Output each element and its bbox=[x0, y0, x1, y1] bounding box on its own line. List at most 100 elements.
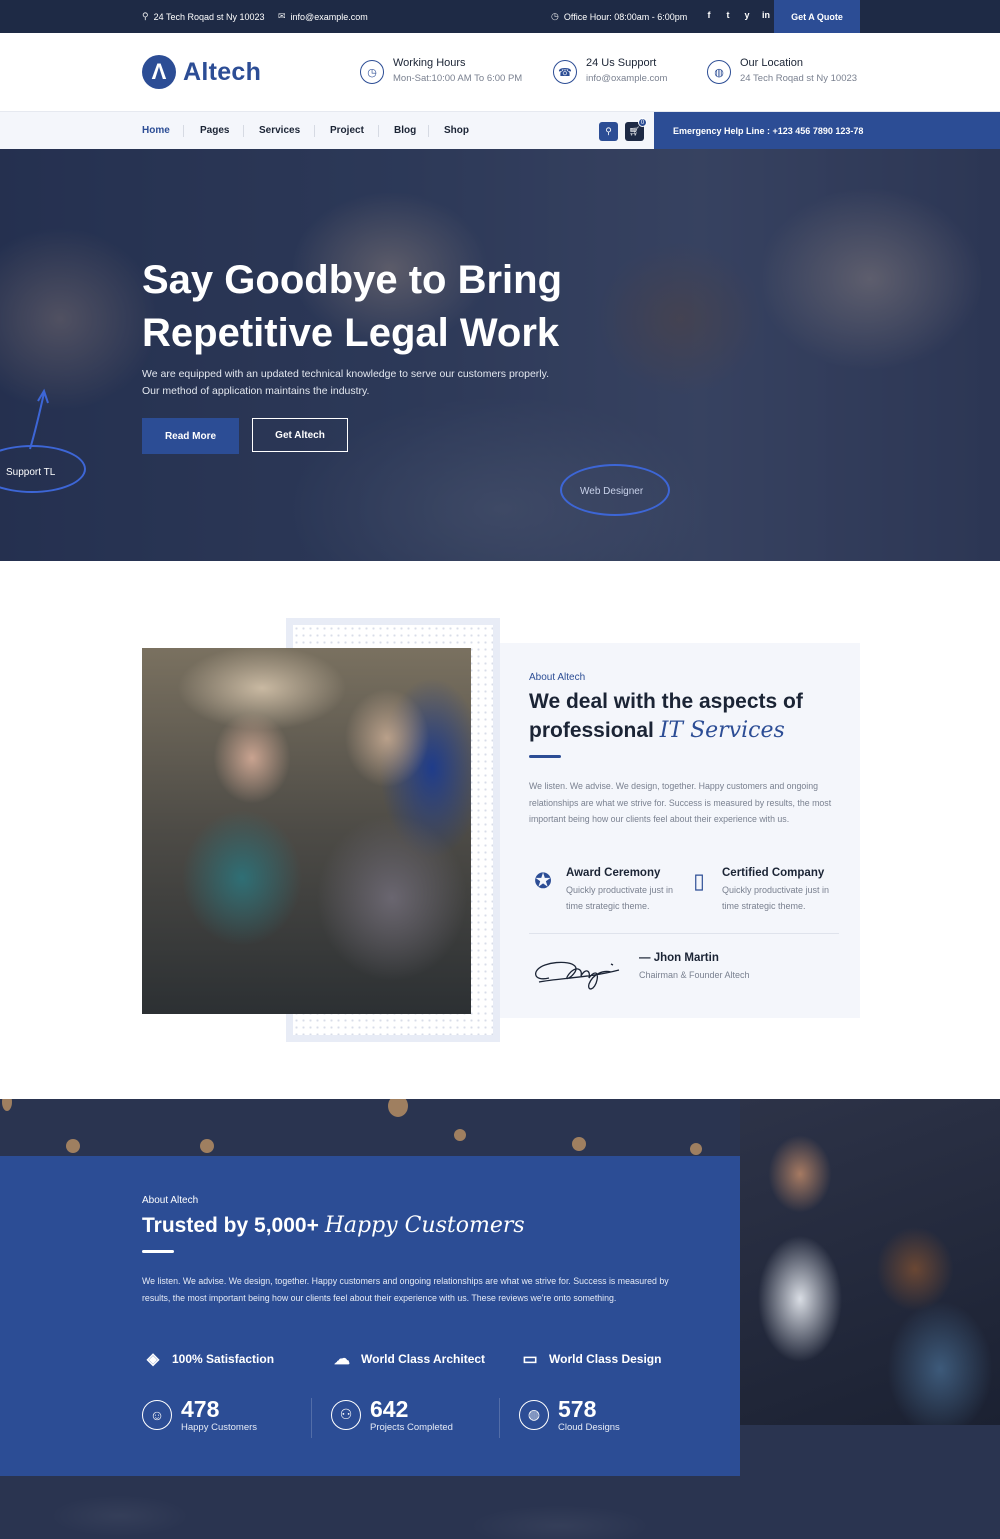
read-more-button[interactable]: Read More bbox=[142, 418, 239, 454]
cart-count-badge: 0 bbox=[638, 118, 647, 127]
feature-title: Certified Company bbox=[722, 867, 825, 879]
counter-number: 642 bbox=[370, 1396, 409, 1422]
emergency-help-line[interactable]: Emergency Help Line : +123 456 7890 123-… bbox=[654, 112, 1000, 150]
support-icon: ☎ bbox=[553, 60, 577, 84]
stats-title-italic: Happy Customers bbox=[324, 1213, 525, 1238]
satisfaction-icon: ◈ bbox=[146, 1351, 160, 1368]
counter-label: Projects Completed bbox=[370, 1422, 453, 1433]
info-sub: 24 Tech Roqad st Ny 10023 bbox=[740, 73, 858, 84]
stats-title: Trusted by 5,000+ Happy Customers bbox=[142, 1213, 525, 1238]
stats-feature-architect: ☁ World Class Architect bbox=[331, 1349, 485, 1369]
founder-role: Chairman & Founder Altech bbox=[639, 970, 750, 980]
architect-icon: ☁ bbox=[334, 1351, 350, 1368]
about-title: We deal with the aspects of professional… bbox=[529, 687, 849, 745]
about-photo bbox=[142, 648, 471, 1014]
counter-label: Cloud Designs bbox=[558, 1422, 620, 1433]
nav-divider bbox=[243, 125, 244, 137]
about-card: About Altech We deal with the aspects of… bbox=[500, 643, 860, 1018]
about-title-italic: IT Services bbox=[659, 718, 785, 743]
cloud-globe-icon: ◍ bbox=[519, 1399, 549, 1430]
stats-feature-satisfaction: ◈ 100% Satisfaction bbox=[142, 1349, 274, 1369]
info-support: ☎ 24 Us Support info@oxample.com bbox=[553, 57, 667, 84]
hero-title: Say Goodbye to Bring Repetitive Legal Wo… bbox=[142, 254, 612, 360]
info-title: Our Location bbox=[740, 57, 803, 69]
about-description: We listen. We advise. We design, togethe… bbox=[529, 781, 832, 824]
youtube-icon[interactable]: y bbox=[742, 10, 752, 20]
counter-projects-completed: ⚇ 642 Projects Completed bbox=[331, 1396, 453, 1433]
search-button[interactable]: ⚲ bbox=[599, 122, 618, 141]
twitter-icon[interactable]: t bbox=[723, 10, 733, 20]
hero-title-line1: Say Goodbye to Bring bbox=[142, 258, 563, 302]
nav-divider bbox=[183, 125, 184, 137]
counter-happy-customers: ☺ 478 Happy Customers bbox=[142, 1396, 257, 1433]
nav-item-blog[interactable]: Blog bbox=[394, 125, 416, 136]
customer-icon: ☺ bbox=[142, 1399, 172, 1430]
info-working-hours: ◷ Working Hours Mon-Sat:10:00 AM To 6:00… bbox=[360, 57, 522, 84]
linkedin-icon[interactable]: in bbox=[761, 10, 771, 20]
hero-description: We are equipped with an updated technica… bbox=[142, 368, 550, 397]
nav-item-project[interactable]: Project bbox=[330, 125, 364, 136]
topbar-email-text[interactable]: info@example.com bbox=[291, 12, 368, 22]
stats-feature-label: 100% Satisfaction bbox=[172, 1352, 275, 1366]
logo[interactable]: Λ Altech bbox=[142, 55, 261, 89]
nav-item-home[interactable]: Home bbox=[142, 125, 170, 136]
top-bar: ⚲ 24 Tech Roqad st Ny 10023 ✉ info@examp… bbox=[0, 0, 1000, 33]
nav-item-pages[interactable]: Pages bbox=[200, 125, 229, 136]
stats-title-plain: Trusted by 5,000+ bbox=[142, 1214, 319, 1237]
get-altech-button[interactable]: Get Altech bbox=[252, 418, 348, 452]
about-feature-certified: ▯ Certified Company Quickly productivate… bbox=[685, 867, 834, 914]
topbar-email[interactable]: ✉ info@example.com bbox=[278, 11, 368, 22]
search-icon: ⚲ bbox=[605, 126, 612, 136]
nav-divider bbox=[314, 125, 315, 137]
topbar-office-hours: ◷ Office Hour: 08:00am - 6:00pm bbox=[551, 11, 687, 22]
bokeh-light bbox=[200, 1139, 214, 1153]
globe-icon: ◍ bbox=[707, 60, 731, 84]
stats-feature-label: World Class Architect bbox=[361, 1352, 486, 1366]
support-tag-label: Support TL bbox=[6, 467, 56, 478]
info-sub: info@oxample.com bbox=[586, 73, 668, 84]
bokeh-light bbox=[690, 1143, 702, 1155]
nav-item-services[interactable]: Services bbox=[259, 125, 300, 136]
info-location: ◍ Our Location 24 Tech Roqad st Ny 10023 bbox=[707, 57, 857, 84]
counter-label: Happy Customers bbox=[181, 1422, 258, 1433]
topbar-office-hours-text: Office Hour: 08:00am - 6:00pm bbox=[563, 11, 688, 22]
bokeh-light bbox=[66, 1139, 80, 1153]
cart-icon: 🛒︎ bbox=[628, 126, 641, 136]
counter-number: 578 bbox=[558, 1396, 597, 1422]
team-photo bbox=[740, 1099, 1000, 1425]
bokeh-light bbox=[388, 1099, 408, 1117]
nav-item-shop[interactable]: Shop bbox=[444, 125, 469, 136]
facebook-icon[interactable]: f bbox=[704, 10, 714, 20]
design-icon: ▭ bbox=[522, 1351, 538, 1368]
topbar-address-text: 24 Tech Roqad st Ny 10023 bbox=[153, 11, 265, 22]
feature-sub: Quickly productivate just in time strate… bbox=[722, 885, 830, 911]
stats-eyebrow: About Altech bbox=[142, 1195, 199, 1206]
logo-text: Altech bbox=[183, 57, 262, 86]
bokeh-light bbox=[454, 1129, 466, 1141]
founder-signature bbox=[535, 961, 620, 990]
about-divider bbox=[529, 933, 839, 934]
bokeh-light bbox=[572, 1137, 586, 1151]
logo-mark-icon: Λ bbox=[142, 55, 176, 89]
get-a-quote-button[interactable]: Get A Quote bbox=[774, 0, 860, 33]
social-links: f t y in bbox=[704, 10, 771, 20]
hero-banner: Say Goodbye to Bring Repetitive Legal Wo… bbox=[0, 149, 1000, 561]
award-icon: ✪ bbox=[534, 870, 552, 893]
nav-divider bbox=[378, 125, 379, 137]
founder-name: — Jhon Martin bbox=[639, 952, 719, 964]
counter-cloud-designs: ◍ 578 Cloud Designs bbox=[519, 1396, 620, 1433]
about-feature-award: ✪ Award Ceremony Quickly productivate ju… bbox=[529, 867, 678, 914]
site-header: Λ Altech ◷ Working Hours Mon-Sat:10:00 A… bbox=[0, 33, 1000, 111]
hero-title-line2: Repetitive Legal Work bbox=[142, 311, 560, 355]
about-eyebrow: About Altech bbox=[529, 672, 586, 683]
hero-content: Say Goodbye to Bring Repetitive Legal Wo… bbox=[142, 254, 612, 454]
pin-icon: ⚲ bbox=[142, 11, 149, 21]
stats-panel: About Altech Trusted by 5,000+ Happy Cus… bbox=[0, 1156, 740, 1476]
info-sub: Mon-Sat:10:00 AM To 6:00 PM bbox=[393, 73, 523, 84]
clock-icon: ◷ bbox=[360, 60, 384, 84]
main-nav: Home Pages Services Project Blog Shop ⚲ … bbox=[0, 111, 1000, 150]
projects-icon: ⚇ bbox=[331, 1399, 361, 1430]
stats-feature-design: ▭ World Class Design bbox=[519, 1349, 661, 1369]
feature-title: Award Ceremony bbox=[566, 867, 661, 879]
info-title: Working Hours bbox=[393, 57, 466, 69]
